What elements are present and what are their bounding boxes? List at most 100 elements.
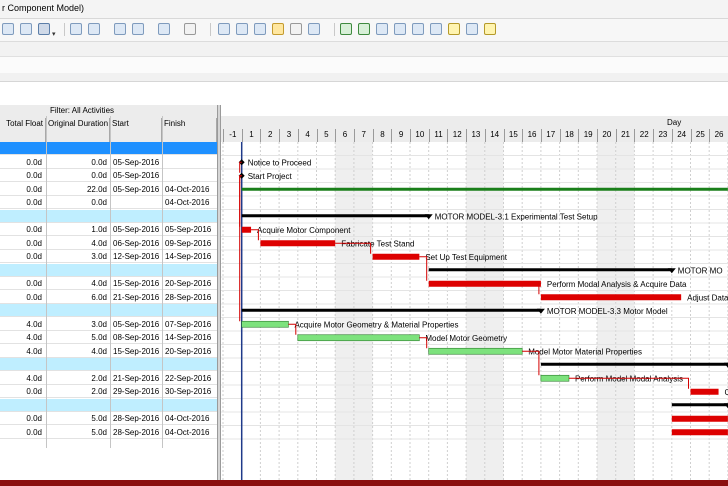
zoom-in-icon[interactable] bbox=[340, 23, 352, 35]
table-row[interactable]: 0.0d 0.0d 05-Sep-2016 bbox=[0, 156, 217, 169]
table-row[interactable]: 0.0d 22.0d 05-Sep-2016 04-Oct-2016 bbox=[0, 183, 217, 196]
table-row[interactable]: 4.0d 5.0d 08-Sep-2016 14-Sep-2016 bbox=[0, 331, 217, 344]
table-row[interactable]: 0.0d 5.0d 28-Sep-2016 04-Oct-2016 bbox=[0, 426, 217, 439]
table-row[interactable]: 0.0d 3.0d 12-Sep-2016 14-Sep-2016 bbox=[0, 250, 217, 263]
cell-tf: 0.0d bbox=[26, 387, 42, 396]
wbs-band-row[interactable] bbox=[0, 142, 217, 155]
table-row[interactable]: 0.0d 0.0d 05-Sep-2016 bbox=[0, 169, 217, 182]
column-start[interactable]: Start bbox=[110, 118, 162, 142]
timescale-day: 26 bbox=[709, 129, 728, 142]
wbs-band-row[interactable] bbox=[0, 304, 217, 317]
timescale-day: 10 bbox=[410, 129, 429, 142]
cell-start: 06-Sep-2016 bbox=[113, 238, 160, 248]
cell-od: 5.0d bbox=[91, 333, 107, 342]
zoom-out-icon[interactable] bbox=[358, 23, 370, 35]
activity-label: Acquire Motor Geometry & Material Proper… bbox=[294, 320, 458, 329]
table-row[interactable]: 4.0d 4.0d 15-Sep-2016 20-Sep-2016 bbox=[0, 345, 217, 358]
column-finish[interactable]: Finish bbox=[162, 118, 217, 142]
table-row[interactable]: 0.0d 2.0d 29-Sep-2016 30-Sep-2016 bbox=[0, 385, 217, 398]
cell-start: 05-Sep-2016 bbox=[113, 157, 160, 167]
column-divider bbox=[162, 116, 163, 448]
assign-icon[interactable] bbox=[308, 23, 320, 35]
table-icon[interactable] bbox=[218, 23, 230, 35]
cell-od: 4.0d bbox=[91, 346, 107, 356]
zoom-icon[interactable] bbox=[376, 23, 388, 35]
cell-od: 4.0d bbox=[91, 238, 107, 248]
timescale-day: 25 bbox=[690, 129, 710, 142]
column-original-duration[interactable]: Original Duration bbox=[46, 118, 110, 142]
table-row[interactable]: 4.0d 2.0d 21-Sep-2016 22-Sep-2016 bbox=[0, 372, 217, 385]
wbs-band-row[interactable] bbox=[0, 358, 217, 371]
table-row[interactable]: 0.0d 1.0d 05-Sep-2016 05-Sep-2016 bbox=[0, 223, 217, 236]
cell-tf: 4.0d bbox=[26, 373, 42, 383]
activity-label: Start Project bbox=[248, 172, 293, 181]
table-row[interactable]: 0.0d 4.0d 15-Sep-2016 20-Sep-2016 bbox=[0, 277, 217, 290]
table-row[interactable]: 0.0d 6.0d 21-Sep-2016 28-Sep-2016 bbox=[0, 291, 217, 304]
column-divider bbox=[110, 116, 111, 448]
filter-icon[interactable] bbox=[132, 23, 144, 35]
timescale-day: 9 bbox=[391, 129, 410, 142]
cell-finish: 14-Sep-2016 bbox=[165, 252, 212, 261]
timescale-day: 18 bbox=[559, 129, 579, 142]
collapse-icon[interactable] bbox=[412, 23, 424, 35]
cell-tf: 0.0d bbox=[26, 184, 42, 194]
table-row[interactable]: 4.0d 3.0d 05-Sep-2016 07-Sep-2016 bbox=[0, 318, 217, 331]
schedule-icon[interactable] bbox=[236, 23, 248, 35]
toolbar-strip bbox=[0, 57, 728, 73]
notes-icon[interactable] bbox=[448, 23, 460, 35]
expand-icon[interactable] bbox=[394, 23, 406, 35]
toolbar-strip bbox=[0, 73, 728, 82]
wbs-band-row[interactable] bbox=[0, 398, 217, 412]
wbs-band-row[interactable] bbox=[0, 209, 217, 223]
gantt-canvas: Notice to Proceed Start Project MOTOR MODE… bbox=[221, 142, 728, 480]
activity-label: Set Up Test Equipment bbox=[425, 253, 507, 262]
dollar-icon[interactable] bbox=[290, 23, 302, 35]
toolbar-divider bbox=[334, 23, 335, 36]
activity-table: 0.0d 0.0d 05-Sep-2016 0.0d 0.0d 05-Sep-2016 0.… bbox=[0, 142, 217, 480]
timescale-day: 14 bbox=[484, 129, 504, 142]
gantt-chart[interactable]: Notice to Proceed Start Project MOTOR MODE… bbox=[221, 142, 728, 480]
cell-tf: 0.0d bbox=[26, 279, 42, 288]
cell-tf: 0.0d bbox=[26, 292, 42, 302]
app-window: r Component Model) ▾ Filter: All Activit… bbox=[0, 0, 728, 480]
cell-finish: 30-Sep-2016 bbox=[165, 387, 212, 396]
cell-start: 12-Sep-2016 bbox=[113, 252, 160, 261]
activity-bar bbox=[428, 280, 541, 287]
wbs-band-row[interactable] bbox=[0, 263, 217, 277]
cell-od: 3.0d bbox=[91, 319, 107, 329]
timescale-day: -1 bbox=[223, 129, 242, 142]
table-row[interactable]: 0.0d 0.0d 04-Oct-2016 bbox=[0, 196, 217, 209]
clock-icon[interactable] bbox=[466, 23, 478, 35]
column-total-float[interactable]: Total Float bbox=[0, 118, 46, 142]
toolbar-divider bbox=[64, 23, 65, 36]
activity-icon[interactable] bbox=[272, 23, 284, 35]
bars-icon[interactable] bbox=[70, 23, 82, 35]
columns-icon[interactable] bbox=[38, 23, 50, 35]
timescale-icon[interactable] bbox=[114, 23, 126, 35]
hash-icon[interactable] bbox=[184, 23, 196, 35]
activity-bar bbox=[671, 429, 728, 436]
level-icon[interactable] bbox=[254, 23, 266, 35]
help-icon[interactable] bbox=[484, 23, 496, 35]
cell-start: 28-Sep-2016 bbox=[113, 414, 160, 423]
cell-od: 2.0d bbox=[91, 373, 107, 383]
layout-options-icon[interactable] bbox=[158, 23, 170, 35]
cell-tf: 0.0d bbox=[26, 238, 42, 248]
timescale-day: 21 bbox=[615, 129, 635, 142]
cell-start: 05-Sep-2016 bbox=[113, 319, 160, 329]
timescale-day: 7 bbox=[353, 129, 373, 142]
summary-bar bbox=[671, 403, 728, 407]
cell-finish: 04-Oct-2016 bbox=[165, 414, 210, 423]
cell-start: 05-Sep-2016 bbox=[113, 184, 160, 194]
print-icon[interactable] bbox=[20, 23, 32, 35]
cell-tf: 0.0d bbox=[26, 414, 42, 423]
split-icon[interactable] bbox=[430, 23, 442, 35]
layout-icon[interactable] bbox=[2, 23, 14, 35]
chevron-down-icon[interactable]: ▾ bbox=[52, 30, 56, 38]
table-row[interactable]: 0.0d 4.0d 06-Sep-2016 09-Sep-2016 bbox=[0, 237, 217, 250]
table-row[interactable]: 0.0d 5.0d 28-Sep-2016 04-Oct-2016 bbox=[0, 412, 217, 425]
activity-label: Model Motor Material Properties bbox=[528, 347, 642, 356]
activity-label: Adjust Data bbox=[687, 293, 728, 302]
group-sort-icon[interactable] bbox=[88, 23, 100, 35]
activity-bar bbox=[671, 415, 728, 422]
